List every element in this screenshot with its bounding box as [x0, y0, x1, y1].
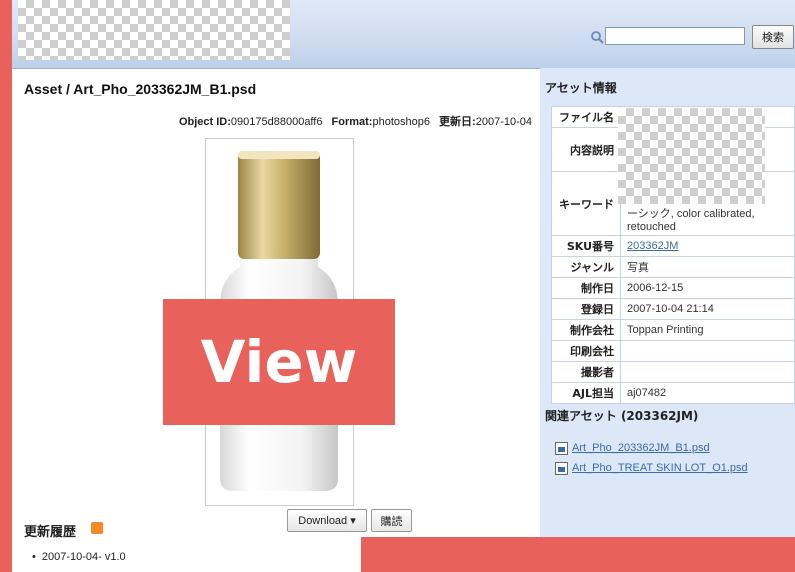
asset-meta: Object ID:090175d88000aff6 Format:photos…: [179, 113, 532, 129]
table-row: 制作会社 Toppan Printing: [551, 319, 795, 341]
table-row: 登録日 2007-10-04 21:14: [551, 298, 795, 320]
redaction-mask: [618, 108, 765, 204]
row-key: 登録日: [551, 298, 621, 320]
format-label: Format:: [331, 116, 373, 128]
left-accent-bar: [0, 0, 12, 572]
rss-icon[interactable]: [91, 522, 103, 534]
table-row: 印刷会社: [551, 340, 795, 362]
row-key: SKU番号: [551, 235, 621, 257]
format-value: photoshop6: [372, 116, 430, 128]
row-value: 2006-12-15: [620, 277, 795, 299]
download-button[interactable]: Download ▾: [287, 509, 367, 532]
sku-link[interactable]: 203362JM: [627, 240, 678, 252]
subscribe-button[interactable]: 購読: [371, 509, 412, 532]
related-asset-link[interactable]: Art_Pho_203362JM_B1.psd: [572, 442, 710, 454]
logo-placeholder: [18, 0, 290, 60]
list-item: Art_Pho_TREAT SKIN LOT_O1.psd: [555, 458, 748, 478]
row-key: 内容説明: [551, 127, 621, 172]
row-key: 制作会社: [551, 319, 621, 341]
search-icon: [591, 31, 604, 44]
history-item: 2007-10-04- v1.0: [32, 551, 126, 563]
object-id-value: 090175d88000aff6: [230, 116, 323, 128]
updated-value: 2007-10-04: [475, 116, 532, 128]
table-row: SKU番号 203362JM: [551, 235, 795, 257]
row-value: aj07482: [620, 382, 795, 404]
list-item: Art_Pho_203362JM_B1.psd: [555, 438, 748, 458]
sidebar-title: アセット情報: [545, 81, 617, 95]
file-icon: [555, 461, 568, 475]
row-value: [620, 361, 795, 383]
table-row: AJL担当 aj07482: [551, 382, 795, 404]
object-id-label: Object ID:: [178, 116, 231, 128]
search-input[interactable]: [605, 27, 745, 45]
related-assets-list: Art_Pho_203362JM_B1.psd Art_Pho_TREAT SK…: [555, 438, 748, 478]
history-title: 更新履歴: [24, 525, 77, 540]
row-key: キーワード: [551, 171, 621, 236]
row-value: 203362JM: [620, 235, 795, 257]
row-key: ジャンル: [551, 256, 621, 278]
related-asset-link[interactable]: Art_Pho_TREAT SKIN LOT_O1.psd: [572, 462, 748, 474]
table-row: 制作日 2006-12-15: [551, 277, 795, 299]
search-button[interactable]: 検索: [752, 25, 794, 49]
row-value: [620, 340, 795, 362]
page-title: Asset / Art_Pho_203362JM_B1.psd: [24, 81, 257, 97]
updated-label: 更新日:: [439, 116, 476, 128]
table-row: ジャンル 写真: [551, 256, 795, 278]
bottom-overlay: [361, 537, 795, 572]
file-icon: [555, 441, 568, 455]
row-key: ファイル名: [551, 106, 621, 128]
row-key: AJL担当: [551, 382, 621, 404]
table-row: 撮影者: [551, 361, 795, 383]
view-overlay-label: View: [163, 299, 395, 425]
related-assets-title: 関連アセット (203362JM): [545, 409, 699, 423]
row-value: 2007-10-04 21:14: [620, 298, 795, 320]
row-key: 撮影者: [551, 361, 621, 383]
row-key: 印刷会社: [551, 340, 621, 362]
row-value: 写真: [620, 256, 795, 278]
row-key: 制作日: [551, 277, 621, 299]
row-value: Toppan Printing: [620, 319, 795, 341]
